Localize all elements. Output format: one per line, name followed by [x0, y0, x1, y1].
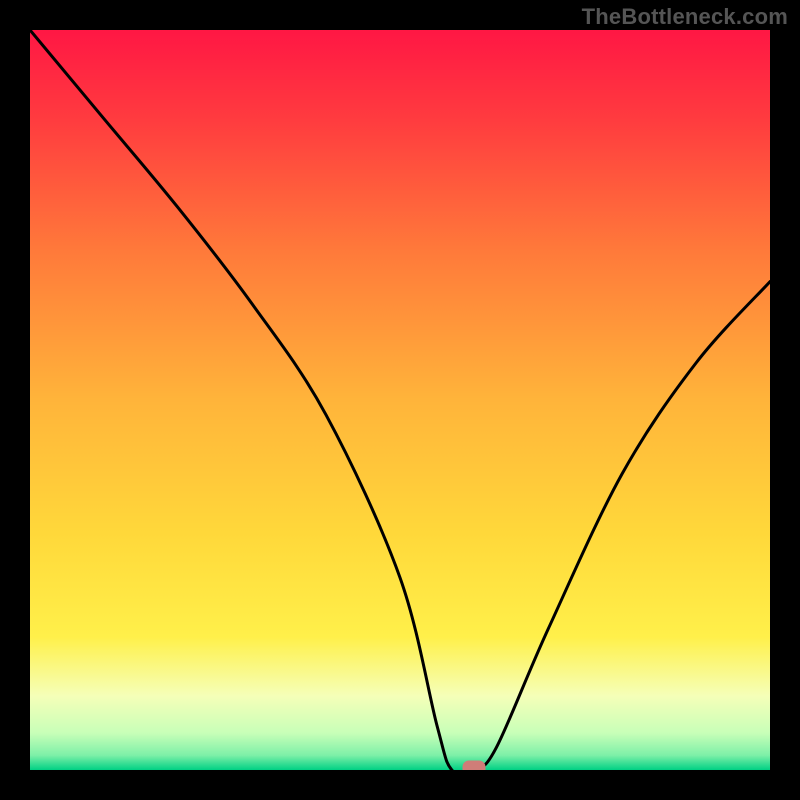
optimal-marker [463, 761, 485, 770]
gradient-background [30, 30, 770, 770]
chart-frame: TheBottleneck.com [0, 0, 800, 800]
plot-area [30, 30, 770, 770]
watermark-text: TheBottleneck.com [582, 4, 788, 30]
chart-svg [30, 30, 770, 770]
